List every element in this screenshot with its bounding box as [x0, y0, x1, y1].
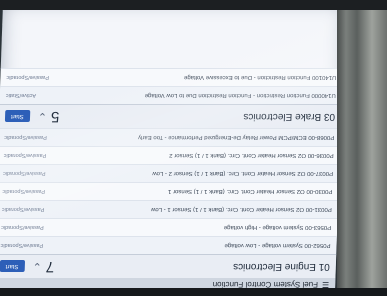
chevron-down-icon[interactable]: ⌄	[38, 110, 48, 123]
device-bezel-bottom	[0, 288, 387, 296]
dtc-status: Passive/Sporadic	[4, 134, 47, 141]
dtc-status: Passive/Sporadic	[2, 188, 46, 195]
list-item[interactable]: P0031-00 O2 Sensor Heater Cont. Circ. (B…	[0, 200, 339, 218]
list-item[interactable]: P0037-00 O2 Sensor Heater Cont. Circ. (B…	[0, 164, 340, 182]
dtc-list-engine: P0562-00 System voltage - Low voltage Pa…	[0, 128, 341, 254]
dtc-description: P0031-00 O2 Sensor Heater Cont. Circ. (B…	[150, 206, 332, 213]
start-button[interactable]: Start	[0, 260, 25, 273]
dtc-status: Active/Static	[5, 92, 37, 99]
group-brake-electronics[interactable]: 03 Brake Electronics 5 ⌄ Start	[0, 104, 342, 128]
dtc-status: Passive/Sporadic	[2, 170, 46, 177]
dtc-description: P0562-00 System voltage - Low voltage	[224, 242, 331, 249]
dtc-status: Passive/Sporadic	[1, 224, 44, 231]
device-bezel-top	[0, 0, 387, 10]
group-count: 5	[50, 108, 60, 125]
dtc-description: P0030-00 O2 Sensor Heater Cont. Circ. (B…	[167, 188, 333, 195]
dtc-status: Passive/Sporadic	[6, 74, 50, 81]
list-item[interactable]: P0562-00 System voltage - Low voltage Pa…	[0, 236, 337, 254]
chevron-down-icon[interactable]: ⌄	[32, 260, 42, 273]
group-name: 01 Engine Electronics	[232, 261, 331, 272]
group-engine-electronics[interactable]: 01 Engine Electronics 7 ⌄ Start	[0, 254, 337, 278]
dtc-description: P0036-00 O2 Sensor Heater Cont. Circ. (B…	[169, 152, 334, 159]
list-item[interactable]: P0036-00 O2 Sensor Heater Cont. Circ. (B…	[0, 146, 341, 164]
dtc-status: Passive/Sporadic	[0, 242, 44, 249]
dtc-description: P0037-00 O2 Sensor Heater Cont. Circ. (B…	[152, 170, 334, 177]
device-bezel	[337, 0, 387, 296]
list-item[interactable]: P0068-00 ECM/PCM Power Relay De-Energize…	[0, 128, 341, 146]
dtc-status: Passive/Sporadic	[3, 152, 47, 159]
start-button[interactable]: Start	[4, 110, 30, 123]
group-count: 7	[45, 258, 55, 275]
dtc-description: P0563-00 System voltage - High voltage	[223, 224, 332, 231]
list-item[interactable]: U140000 Function Restriction - Function …	[0, 86, 343, 104]
dtc-description: U140100 Function Restriction - Due to Ex…	[183, 74, 337, 81]
list-item[interactable]: U140100 Function Restriction - Due to Ex…	[0, 68, 343, 86]
list-item[interactable]: P0030-00 O2 Sensor Heater Cont. Circ. (B…	[0, 182, 339, 200]
dtc-description: U140000 Function Restriction - Function …	[144, 92, 336, 99]
group-name: 03 Brake Electronics	[243, 111, 336, 122]
dtc-list-brake: U140000 Function Restriction - Function …	[0, 68, 343, 104]
dtc-status: Passive/Sporadic	[1, 206, 45, 213]
list-item[interactable]: P0563-00 System voltage - High voltage P…	[0, 218, 338, 236]
tablet-screen: ☰ Fuel System Control Function 01 Engine…	[0, 2, 346, 292]
dtc-description: P0068-00 ECM/PCM Power Relay De-Energize…	[137, 134, 335, 141]
